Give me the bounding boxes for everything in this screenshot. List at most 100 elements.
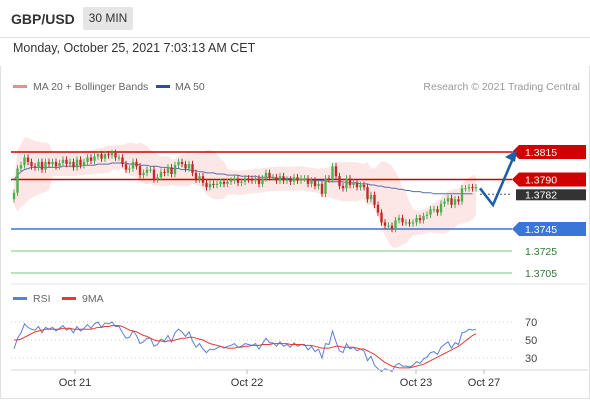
candle-body <box>415 218 418 223</box>
candle-body <box>313 180 317 187</box>
candle-body <box>376 204 380 213</box>
candle-body <box>268 172 271 178</box>
candle-body <box>33 166 37 168</box>
candle-body <box>138 166 142 176</box>
price-plot: 1.3815 1.3790 1.3745 1.3725 1.3705 1.3782 <box>11 137 586 280</box>
candle-body <box>383 222 387 226</box>
candle-body <box>226 181 229 184</box>
candle-body <box>177 161 180 166</box>
candle-body <box>345 178 348 189</box>
candle-body <box>121 157 124 165</box>
candle-body <box>16 168 19 193</box>
bollinger-legend-label: MA 20 + Bollinger Bands <box>33 81 148 93</box>
candle-body <box>117 157 121 159</box>
x-tick-label: Oct 27 <box>468 377 500 389</box>
candle-body <box>299 178 303 181</box>
candle-body <box>338 176 341 187</box>
candle-body <box>208 183 212 188</box>
candle-body <box>341 186 345 189</box>
candle-body <box>362 185 366 188</box>
candle-body <box>373 194 376 205</box>
candle-body <box>75 159 79 168</box>
candle-body <box>390 225 394 229</box>
price-chart: MA 20 + Bollinger Bands MA 50 Research ©… <box>11 81 588 389</box>
candle-body <box>327 178 331 180</box>
candle-body <box>82 161 86 166</box>
candle-body <box>271 177 275 179</box>
candle-body <box>54 161 58 167</box>
candle-body <box>334 166 338 177</box>
candle-body <box>215 183 219 185</box>
candle-body <box>100 154 103 159</box>
candle-body <box>397 218 401 221</box>
candle-body <box>61 159 65 163</box>
candle-body <box>229 180 233 182</box>
candle-body <box>264 172 268 179</box>
candle-body <box>114 153 117 158</box>
candle-body <box>429 209 432 215</box>
rsi-axis-label-70: 70 <box>525 317 537 329</box>
candle-body <box>450 198 453 205</box>
x-tick-label: Oct 23 <box>400 377 432 389</box>
candle-body <box>261 178 264 184</box>
candle-body <box>173 165 177 174</box>
candle-body <box>131 161 135 169</box>
candle-body <box>149 169 152 171</box>
candle-body <box>142 172 145 176</box>
candle-body <box>40 161 44 170</box>
candle-body <box>418 218 422 221</box>
candle-body <box>58 163 61 167</box>
candle-body <box>443 201 446 204</box>
candle-body <box>191 164 194 173</box>
candle-body <box>107 154 110 156</box>
candle-body <box>194 172 198 180</box>
rsi-legend-label: RSI <box>33 293 51 305</box>
candle-body <box>439 203 443 213</box>
candle-body <box>292 177 296 182</box>
candle-body <box>460 188 464 202</box>
candle-body <box>457 199 460 202</box>
candle-body <box>30 161 33 167</box>
candle-body <box>467 187 471 189</box>
ma50-legend-label: MA 50 <box>175 81 205 93</box>
candle-body <box>12 192 16 200</box>
candle-body <box>159 171 163 178</box>
candle-body <box>26 157 30 162</box>
level-label-1.3725: 1.3725 <box>525 246 557 258</box>
credit-text: Research © 2021 Trading Central <box>423 81 580 93</box>
candle-body <box>320 183 324 194</box>
candle-body <box>331 166 334 180</box>
candle-body <box>152 169 156 180</box>
candle-body <box>285 179 289 181</box>
candle-body <box>471 187 474 189</box>
level-label-1.3790: 1.3790 <box>525 175 557 187</box>
level-label-1.3815: 1.3815 <box>525 147 557 159</box>
x-tick-label: Oct 21 <box>59 377 91 389</box>
candle-body <box>289 179 292 182</box>
candle-body <box>79 159 82 166</box>
candle-body <box>310 180 313 184</box>
candle-body <box>404 222 408 224</box>
candle-body <box>68 161 72 165</box>
candle-body <box>250 179 254 181</box>
x-tick-label: Oct 22 <box>231 377 263 389</box>
candle-body <box>303 178 306 180</box>
candle-body <box>380 212 383 223</box>
forecast-arrow-path <box>478 155 516 208</box>
candle-body <box>366 187 369 200</box>
rsi-axis-label-30: 30 <box>525 353 537 365</box>
level-label-1.3705: 1.3705 <box>525 268 557 280</box>
candle-body <box>282 176 285 181</box>
candle-body <box>236 178 240 183</box>
candle-body <box>110 153 114 156</box>
candle-body <box>355 182 359 188</box>
candle-body <box>19 165 23 169</box>
rsi-axis-label-50: 50 <box>525 335 537 347</box>
candle-body <box>170 167 173 174</box>
rsi-legend-swatch <box>13 297 27 300</box>
candle-body <box>306 178 310 184</box>
candle-body <box>411 222 415 224</box>
ma50-legend-swatch <box>156 85 170 88</box>
candle-body <box>348 178 352 185</box>
candle-body <box>464 188 467 190</box>
